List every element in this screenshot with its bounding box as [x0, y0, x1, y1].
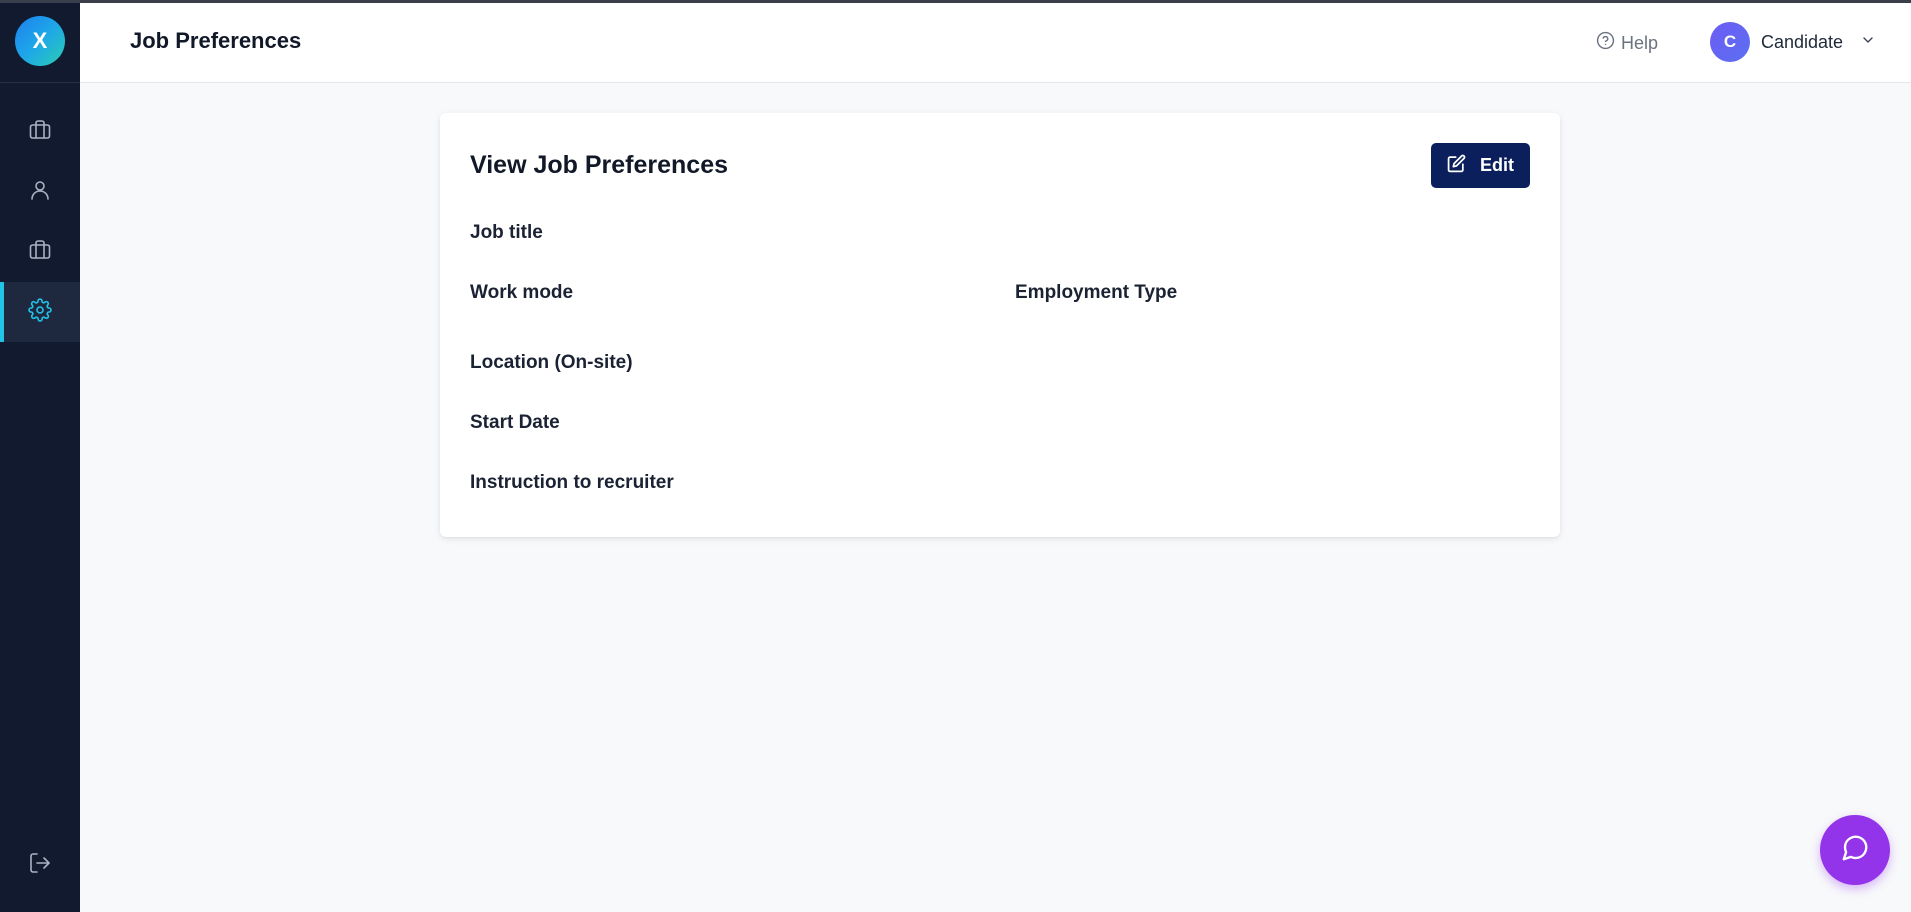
- work-mode-label: Work mode: [470, 282, 574, 303]
- sidebar-item-settings[interactable]: [0, 282, 80, 342]
- gear-icon: [28, 297, 52, 327]
- start-date-label: Start Date: [470, 412, 560, 433]
- user-name: Candidate: [1761, 31, 1844, 52]
- job-title-label: Job title: [470, 222, 543, 243]
- chat-button[interactable]: [1820, 815, 1890, 885]
- edit-button[interactable]: Edit: [1431, 143, 1530, 188]
- sidebar-item-jobs[interactable]: [0, 102, 80, 162]
- user-menu[interactable]: C Candidate: [1710, 22, 1876, 62]
- sidebar-item-applications[interactable]: [0, 222, 80, 282]
- top-strip: [0, 0, 1911, 3]
- page-title: Job Preferences: [130, 28, 302, 53]
- help-label: Help: [1621, 32, 1659, 53]
- chat-bubble-icon: [1840, 833, 1870, 868]
- card-title: View Job Preferences: [470, 151, 729, 179]
- user-icon: [28, 178, 52, 207]
- chevron-down-icon: [1854, 32, 1876, 53]
- top-header: Job Preferences Help C Candidate: [80, 3, 1911, 83]
- location-label: Location (On-site): [470, 352, 633, 373]
- logout-button[interactable]: [0, 835, 80, 895]
- sidebar: X: [0, 0, 80, 912]
- sidebar-item-profile[interactable]: [0, 162, 80, 222]
- job-preferences-card: View Job Preferences Edit Job title Work…: [440, 113, 1560, 537]
- edit-label: Edit: [1480, 155, 1514, 175]
- brand-logo[interactable]: X: [15, 16, 65, 66]
- sidebar-nav: [0, 102, 80, 342]
- logout-icon: [28, 851, 52, 880]
- briefcase-icon: [28, 118, 52, 147]
- employment-type-label: Employment Type: [1015, 282, 1178, 303]
- briefcase-icon: [28, 238, 52, 267]
- help-icon: [1596, 31, 1615, 55]
- logo-area: X: [0, 0, 80, 83]
- instruction-label: Instruction to recruiter: [470, 472, 674, 493]
- help-link[interactable]: Help: [1596, 31, 1658, 55]
- edit-icon: [1447, 154, 1466, 178]
- avatar: C: [1710, 22, 1750, 62]
